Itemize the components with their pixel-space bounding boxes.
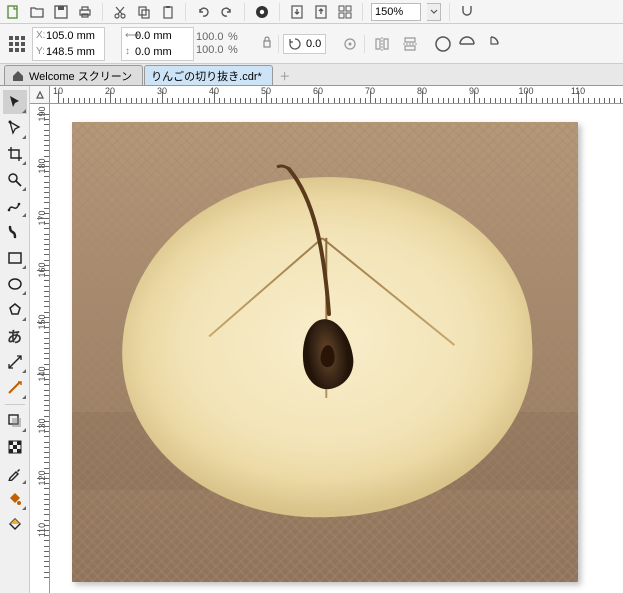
top-toolbar: 150% xyxy=(0,0,623,24)
document-tabs: Welcome スクリーン りんごの切り抜き.cdr* ＋ xyxy=(0,64,623,86)
corner-round-icon[interactable] xyxy=(433,34,453,54)
rotation-value[interactable]: 0.0 xyxy=(306,38,321,50)
y-label: Y: xyxy=(36,46,44,57)
separator xyxy=(102,3,103,21)
rotation-center-icon[interactable] xyxy=(340,34,360,54)
save-icon[interactable] xyxy=(52,3,70,21)
undo-icon[interactable] xyxy=(194,3,212,21)
separator xyxy=(362,3,363,21)
percent-label-group: % % xyxy=(228,31,258,56)
zoom-dropdown[interactable] xyxy=(427,3,441,21)
search-icon[interactable] xyxy=(253,3,271,21)
crop-tool[interactable] xyxy=(3,142,27,166)
apple-image xyxy=(72,122,578,582)
size-group[interactable]: ⟷0.0 mm ↕0.0 mm xyxy=(121,27,194,61)
freehand-tool[interactable] xyxy=(3,194,27,218)
separator xyxy=(185,3,186,21)
pct-label: % xyxy=(228,31,258,43)
shape-tool[interactable] xyxy=(3,116,27,140)
artistic-media-tool[interactable] xyxy=(3,220,27,244)
tab-document[interactable]: りんごの切り抜き.cdr* xyxy=(144,65,273,85)
scale-y-value[interactable]: 100.0 xyxy=(196,44,226,56)
pick-tool[interactable] xyxy=(3,90,27,114)
zoom-tool[interactable] xyxy=(3,168,27,192)
rectangle-tool[interactable] xyxy=(3,246,27,270)
presets-icon[interactable] xyxy=(4,31,30,57)
polygon-tool[interactable] xyxy=(3,298,27,322)
position-group[interactable]: X:105.0 mm Y:148.5 mm xyxy=(32,27,105,61)
zoom-value: 150% xyxy=(375,6,403,18)
canvas[interactable] xyxy=(50,104,623,593)
lock-ratio-icon[interactable] xyxy=(260,28,274,60)
paste-icon[interactable] xyxy=(159,3,177,21)
tool-separator xyxy=(5,404,25,405)
connector-tool[interactable] xyxy=(3,376,27,400)
property-bar: X:105.0 mm Y:148.5 mm ⟷0.0 mm ↕0.0 mm 10… xyxy=(0,24,623,64)
add-tab-button[interactable]: ＋ xyxy=(276,67,294,85)
pct-label: % xyxy=(228,44,258,56)
separator xyxy=(449,3,450,21)
interactive-fill-tool[interactable] xyxy=(3,487,27,511)
pos-x-value[interactable]: 105.0 mm xyxy=(46,30,101,42)
home-icon xyxy=(11,69,25,83)
rotate-icon xyxy=(288,37,302,51)
corner-scallop-icon[interactable] xyxy=(457,34,477,54)
h-label: ↕ xyxy=(125,46,133,57)
export-icon[interactable] xyxy=(312,3,330,21)
ellipse-tool[interactable] xyxy=(3,272,27,296)
tab-welcome-label: Welcome スクリーン xyxy=(29,68,132,84)
rotation-input[interactable]: 0.0 xyxy=(283,34,326,54)
corner-chamfer-icon[interactable] xyxy=(481,34,501,54)
mirror-h-icon[interactable] xyxy=(369,31,395,57)
tab-document-label: りんごの切り抜き.cdr* xyxy=(151,68,262,84)
x-label: X: xyxy=(36,30,44,41)
eyedropper-tool[interactable] xyxy=(3,461,27,485)
separator xyxy=(244,3,245,21)
parallel-dim-tool[interactable] xyxy=(3,350,27,374)
tab-welcome[interactable]: Welcome スクリーン xyxy=(4,65,143,85)
import-icon[interactable] xyxy=(288,3,306,21)
publish-icon[interactable] xyxy=(336,3,354,21)
mirror-v-icon[interactable] xyxy=(397,31,423,57)
open-icon[interactable] xyxy=(28,3,46,21)
drop-shadow-tool[interactable] xyxy=(3,409,27,433)
redo-icon[interactable] xyxy=(218,3,236,21)
size-h-value[interactable]: 0.0 mm xyxy=(135,46,190,58)
pos-y-value[interactable]: 148.5 mm xyxy=(46,46,101,58)
transparency-tool[interactable] xyxy=(3,435,27,459)
cut-icon[interactable] xyxy=(111,3,129,21)
canvas-area: 102030405060708090100110 190180170160150… xyxy=(30,86,623,593)
ruler-origin[interactable] xyxy=(30,86,50,104)
text-tool[interactable]: あ xyxy=(3,324,27,348)
new-icon[interactable] xyxy=(4,3,22,21)
separator xyxy=(279,3,280,21)
copy-icon[interactable] xyxy=(135,3,153,21)
separator xyxy=(278,35,279,53)
horizontal-ruler[interactable]: 102030405060708090100110 xyxy=(50,86,623,104)
scale-x-value[interactable]: 100.0 xyxy=(196,31,226,43)
snap-icon[interactable] xyxy=(458,3,476,21)
image-object[interactable] xyxy=(72,122,578,582)
separator xyxy=(364,35,365,53)
zoom-input[interactable]: 150% xyxy=(371,3,421,21)
work-area: あ 102030405060708090100110 1901801701601… xyxy=(0,86,623,593)
vertical-ruler[interactable]: 190180170160150140130120110 xyxy=(30,104,50,593)
scale-group: 100.0 100.0 xyxy=(196,31,226,56)
w-label: ⟷ xyxy=(125,30,133,41)
size-w-value[interactable]: 0.0 mm xyxy=(135,30,190,42)
print-icon[interactable] xyxy=(76,3,94,21)
smart-fill-tool[interactable] xyxy=(3,513,27,537)
corner-shape-group xyxy=(433,34,501,54)
toolbox: あ xyxy=(0,86,30,593)
